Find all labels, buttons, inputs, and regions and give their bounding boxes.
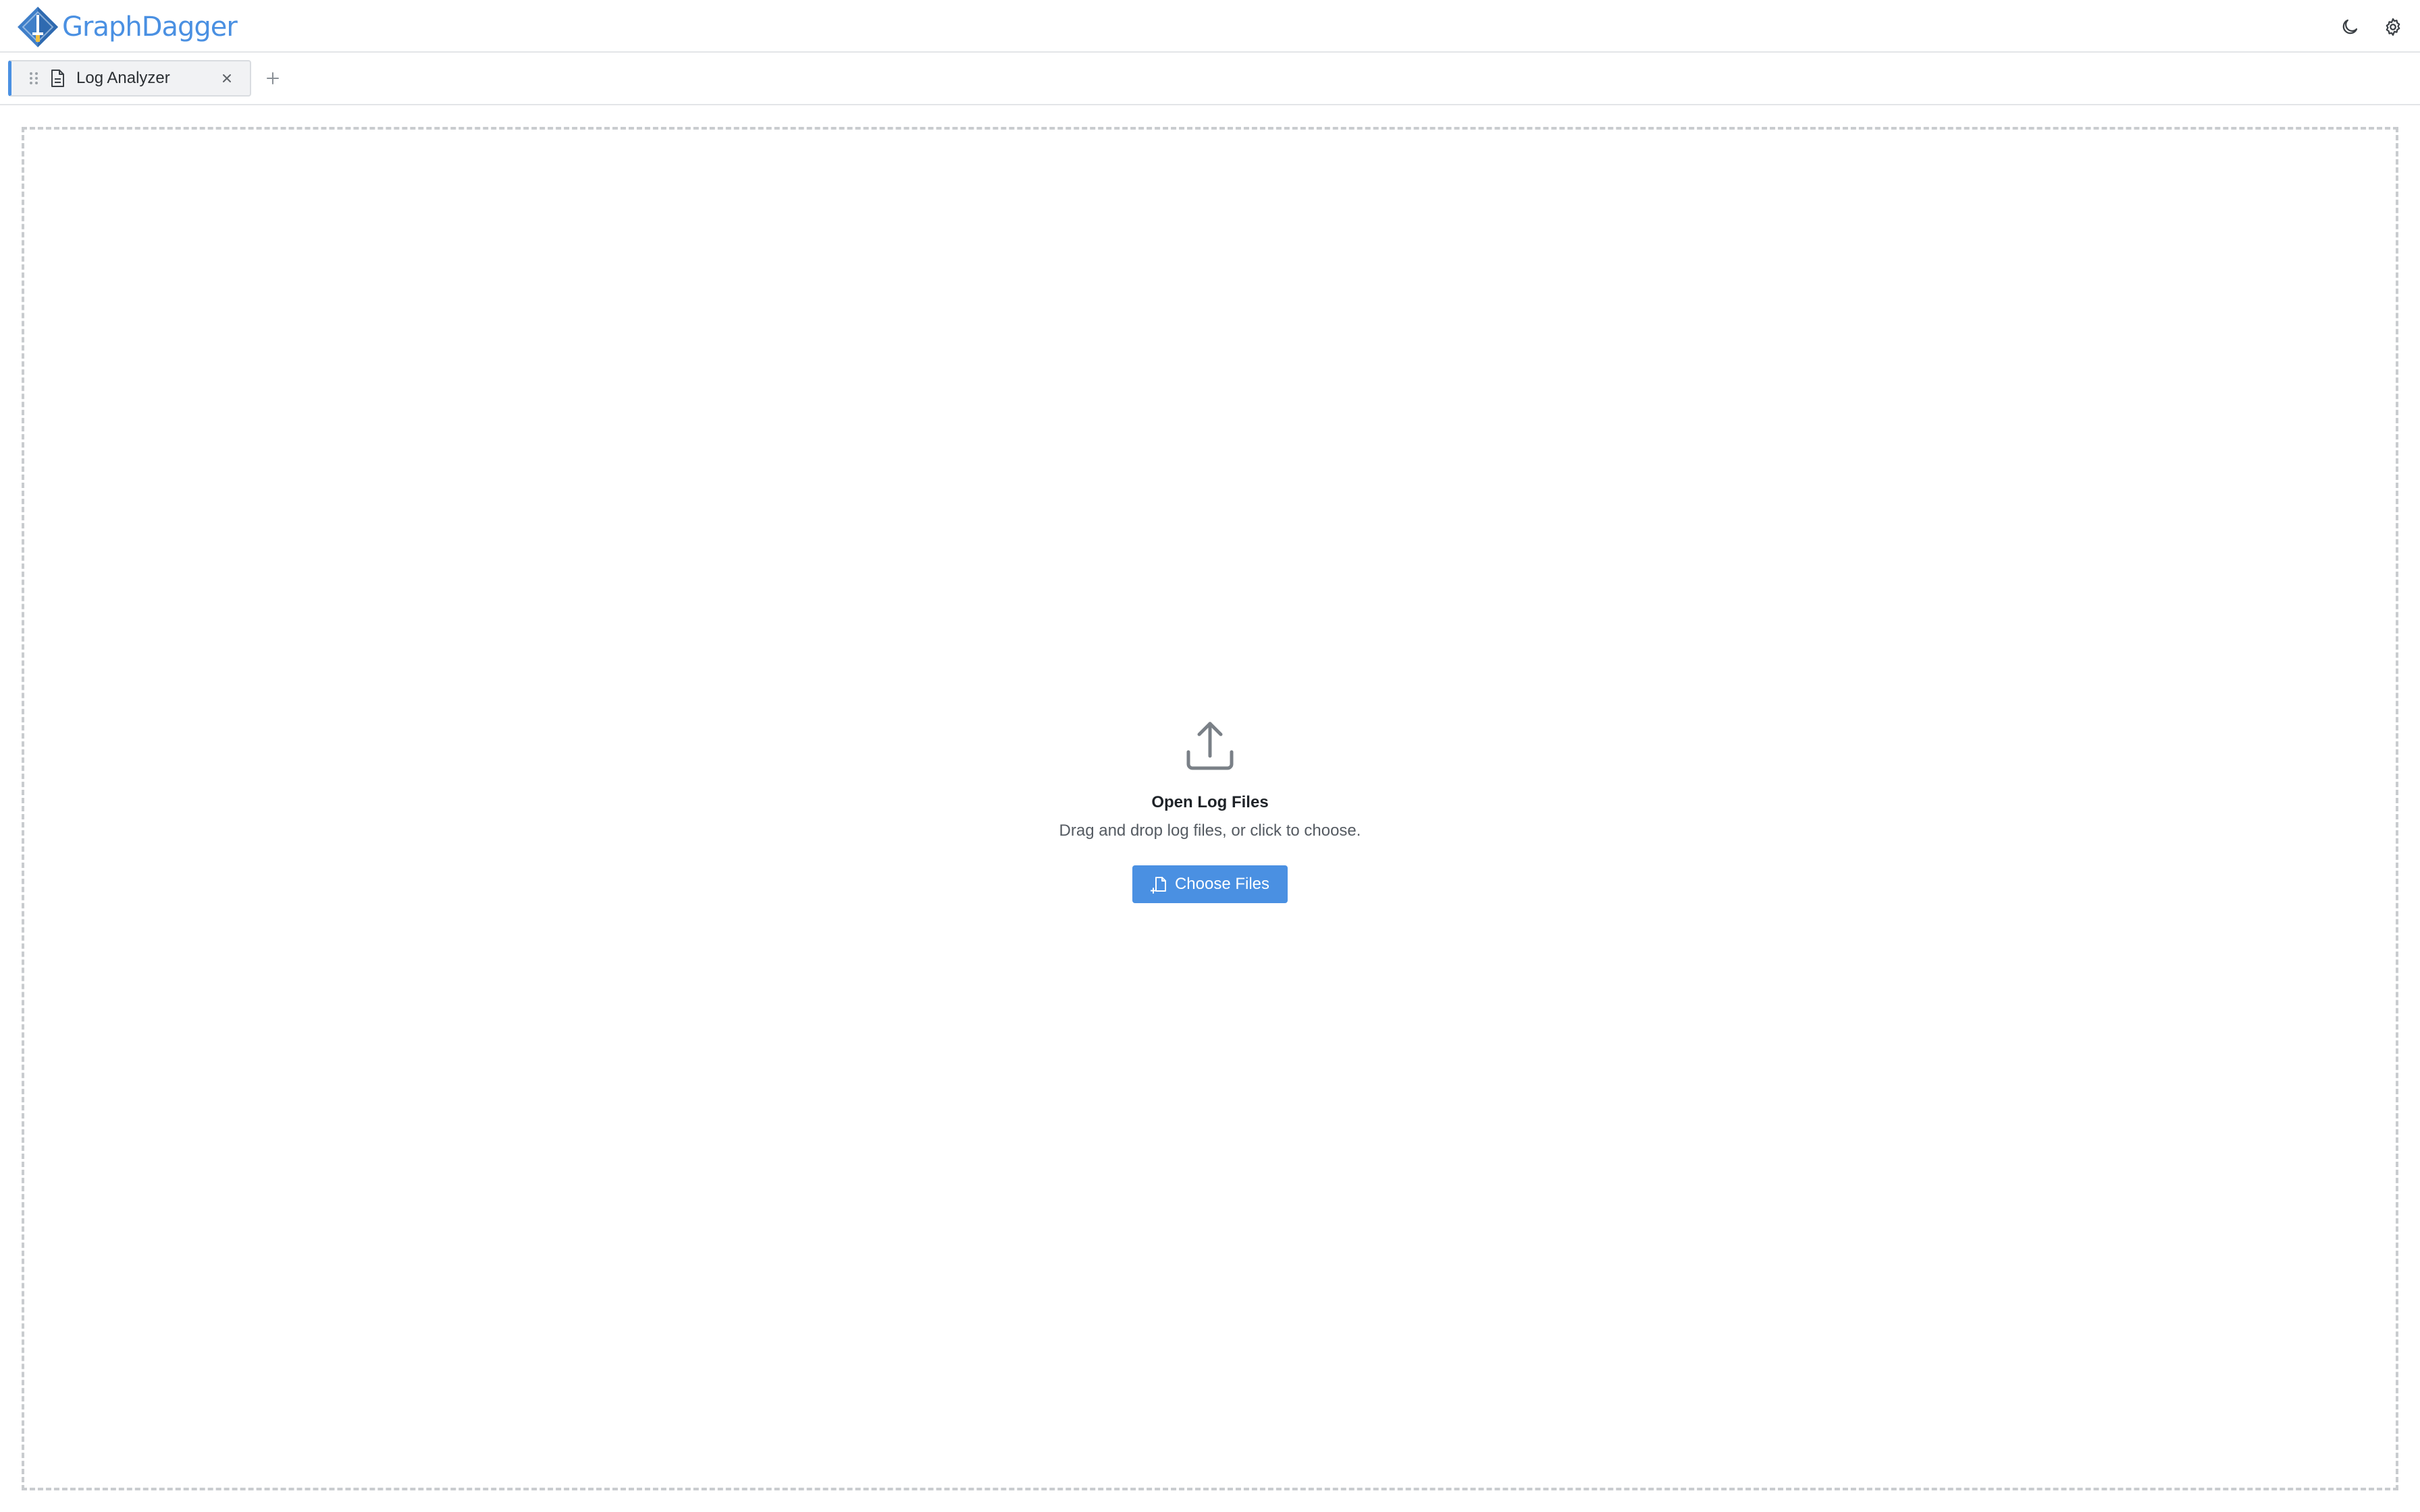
tab-bar: Log Analyzer bbox=[0, 53, 2420, 105]
app-name: GraphDagger bbox=[62, 11, 238, 43]
file-add-icon bbox=[1150, 877, 1166, 894]
diamond-dagger-logo-icon bbox=[18, 7, 58, 47]
tab-label: Log Analyzer bbox=[76, 69, 170, 87]
tab-log-analyzer[interactable]: Log Analyzer bbox=[8, 60, 251, 97]
tab-close-button[interactable] bbox=[217, 69, 236, 88]
settings-button[interactable] bbox=[2379, 14, 2406, 40]
upload-icon bbox=[1186, 722, 1234, 770]
dark-mode-button[interactable] bbox=[2336, 14, 2363, 40]
brand[interactable]: GraphDagger bbox=[16, 5, 238, 49]
drag-handle-icon[interactable] bbox=[26, 71, 41, 86]
drop-zone-subtitle: Drag and drop log files, or click to cho… bbox=[1059, 821, 1361, 840]
moon-icon bbox=[2342, 19, 2358, 34]
close-icon bbox=[223, 74, 231, 82]
drop-zone-content: Open Log Files Drag and drop log files, … bbox=[24, 718, 2396, 903]
document-icon bbox=[51, 70, 64, 87]
choose-files-label: Choose Files bbox=[1174, 875, 1270, 893]
gear-icon bbox=[2386, 18, 2400, 36]
plus-icon bbox=[267, 72, 279, 84]
app-header: GraphDagger bbox=[0, 0, 2420, 53]
header-actions bbox=[2320, 14, 2406, 40]
choose-files-button[interactable]: Choose Files bbox=[1132, 865, 1288, 903]
add-tab-button[interactable] bbox=[262, 68, 284, 89]
drop-zone-title: Open Log Files bbox=[1151, 793, 1269, 811]
file-drop-zone[interactable]: Open Log Files Drag and drop log files, … bbox=[22, 127, 2398, 1490]
